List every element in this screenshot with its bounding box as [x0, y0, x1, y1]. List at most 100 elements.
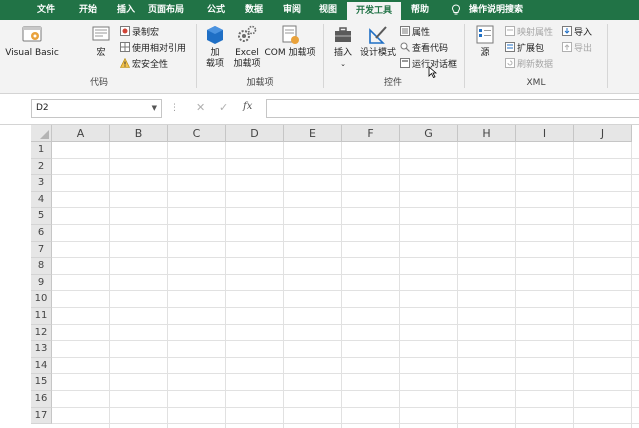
name-box[interactable]: D2 ▼	[31, 99, 162, 118]
tab-view[interactable]: 视图	[312, 0, 344, 20]
row-header-14[interactable]: 14	[31, 357, 52, 375]
select-all-button[interactable]	[31, 125, 52, 142]
row-header-6[interactable]: 6	[31, 225, 52, 242]
group-separator	[196, 24, 197, 88]
row-gridline	[52, 323, 639, 325]
tab-insert[interactable]: 插入	[110, 0, 142, 20]
left-margin	[0, 125, 31, 428]
tab-page-layout[interactable]: 页面布局	[140, 0, 192, 20]
tab-data[interactable]: 数据	[238, 0, 270, 20]
formula-bar: D2 ▼ ⋮ ✕ ✓ fx	[0, 94, 639, 125]
visual-basic-button[interactable]: Visual Basic	[4, 24, 60, 59]
toolbox-icon	[335, 27, 351, 42]
insert-control-button[interactable]: 插入 ⌄	[330, 24, 356, 70]
column-gridline	[399, 142, 400, 428]
row-header-12[interactable]: 12	[31, 324, 52, 342]
chevron-down-icon[interactable]: ▼	[152, 100, 157, 117]
column-header-b[interactable]: B	[110, 125, 168, 142]
column-header-j[interactable]: J	[574, 125, 632, 142]
row-gridline	[52, 273, 639, 275]
resize-handle-icon[interactable]: ⋮	[170, 103, 179, 113]
row-gridline	[52, 224, 639, 225]
tab-home[interactable]: 开始	[72, 0, 104, 20]
column-header-h[interactable]: H	[458, 125, 516, 142]
column-header-g[interactable]: G	[400, 125, 458, 142]
xml-source-button[interactable]: 源	[472, 24, 498, 59]
group-label-add-ins: 加载项	[246, 78, 274, 88]
macros-button[interactable]: 宏	[88, 24, 114, 59]
tab-help[interactable]: 帮助	[404, 0, 436, 20]
row-gridline	[52, 307, 639, 308]
row-header-17[interactable]: 17	[31, 407, 52, 425]
properties-button[interactable]: 属性	[400, 26, 430, 39]
xml-source-icon	[476, 25, 494, 44]
row-gridline	[52, 174, 639, 176]
tell-me-search[interactable]: 操作说明搜索	[464, 0, 528, 20]
import-icon	[562, 26, 572, 36]
record-macro-button[interactable]: 录制宏	[120, 26, 159, 39]
cancel-icon[interactable]: ✕	[196, 101, 205, 114]
ribbon-developer: Visual Basic 宏 录制宏 使用相对引用 宏安全性 代码 加 载项 E…	[0, 20, 639, 94]
worksheet-grid[interactable]: A B C D E F G H I J 1 2 3 4 5 6 7 8 9 10 11 12 13 14 15 16 17	[0, 125, 639, 428]
row-header-11[interactable]: 11	[31, 308, 52, 325]
group-label-code: 代码	[89, 78, 108, 88]
column-gridline	[109, 142, 110, 428]
column-header-d[interactable]: D	[226, 125, 284, 142]
column-gridline	[167, 142, 168, 428]
row-header-4[interactable]: 4	[31, 191, 52, 209]
expansion-packs-button[interactable]: 扩展包	[505, 42, 544, 55]
map-properties-icon	[505, 26, 515, 36]
row-header-15[interactable]: 15	[31, 374, 52, 391]
row-header-13[interactable]: 13	[31, 341, 52, 358]
row-header-9[interactable]: 9	[31, 274, 52, 292]
column-gridline	[515, 142, 516, 428]
row-header-1[interactable]: 1	[31, 142, 52, 159]
com-add-ins-button[interactable]: COM 加载项	[264, 24, 316, 59]
row-header-16[interactable]: 16	[31, 391, 52, 408]
row-gridline	[52, 257, 639, 259]
column-gridline	[341, 142, 342, 428]
use-relative-references-button[interactable]: 使用相对引用	[120, 42, 186, 55]
column-header-f[interactable]: F	[342, 125, 400, 142]
add-ins-button[interactable]: 加 载项	[202, 24, 228, 70]
tab-file[interactable]: 文件	[30, 0, 62, 20]
row-gridline	[52, 157, 639, 159]
excel-add-ins-button[interactable]: Excel 加载项	[232, 24, 262, 70]
view-code-icon	[400, 42, 410, 52]
row-header-8[interactable]: 8	[31, 258, 52, 275]
run-dialog-icon	[400, 58, 410, 68]
column-header-c[interactable]: C	[168, 125, 226, 142]
tab-developer[interactable]: 开发工具	[347, 2, 401, 20]
row-header-7[interactable]: 7	[31, 241, 52, 259]
column-header-a[interactable]: A	[52, 125, 110, 142]
macro-security-button[interactable]: 宏安全性	[120, 58, 168, 71]
row-header-3[interactable]: 3	[31, 175, 52, 192]
row-header-5[interactable]: 5	[31, 208, 52, 225]
design-mode-button[interactable]: 设计模式	[360, 24, 396, 59]
tab-review[interactable]: 审阅	[276, 0, 308, 20]
column-header-e[interactable]: E	[284, 125, 342, 142]
row-header-2[interactable]: 2	[31, 158, 52, 176]
map-properties-button[interactable]: 映射属性	[505, 26, 553, 39]
export-button[interactable]: 导出	[562, 42, 592, 55]
enter-check-icon[interactable]: ✓	[219, 101, 228, 114]
view-code-button[interactable]: 查看代码	[400, 42, 448, 55]
import-button[interactable]: 导入	[562, 26, 592, 39]
relative-reference-icon	[120, 42, 130, 52]
insert-function-icon[interactable]: fx	[243, 101, 252, 112]
row-gridline	[52, 373, 639, 375]
refresh-data-button[interactable]: 刷新数据	[505, 58, 553, 71]
macro-icon	[92, 26, 110, 41]
expansion-packs-icon	[505, 42, 515, 52]
column-gridline	[283, 142, 284, 428]
formula-input[interactable]	[266, 99, 639, 118]
visual-basic-icon	[22, 26, 42, 42]
row-gridline	[52, 207, 639, 209]
row-header-10[interactable]: 10	[31, 291, 52, 308]
tab-formulas[interactable]: 公式	[200, 0, 232, 20]
group-label-controls: 控件	[383, 78, 402, 88]
row-gridline	[52, 290, 639, 292]
chevron-down-icon: ⌄	[340, 60, 346, 68]
export-icon	[562, 42, 572, 52]
column-header-i[interactable]: I	[516, 125, 574, 142]
